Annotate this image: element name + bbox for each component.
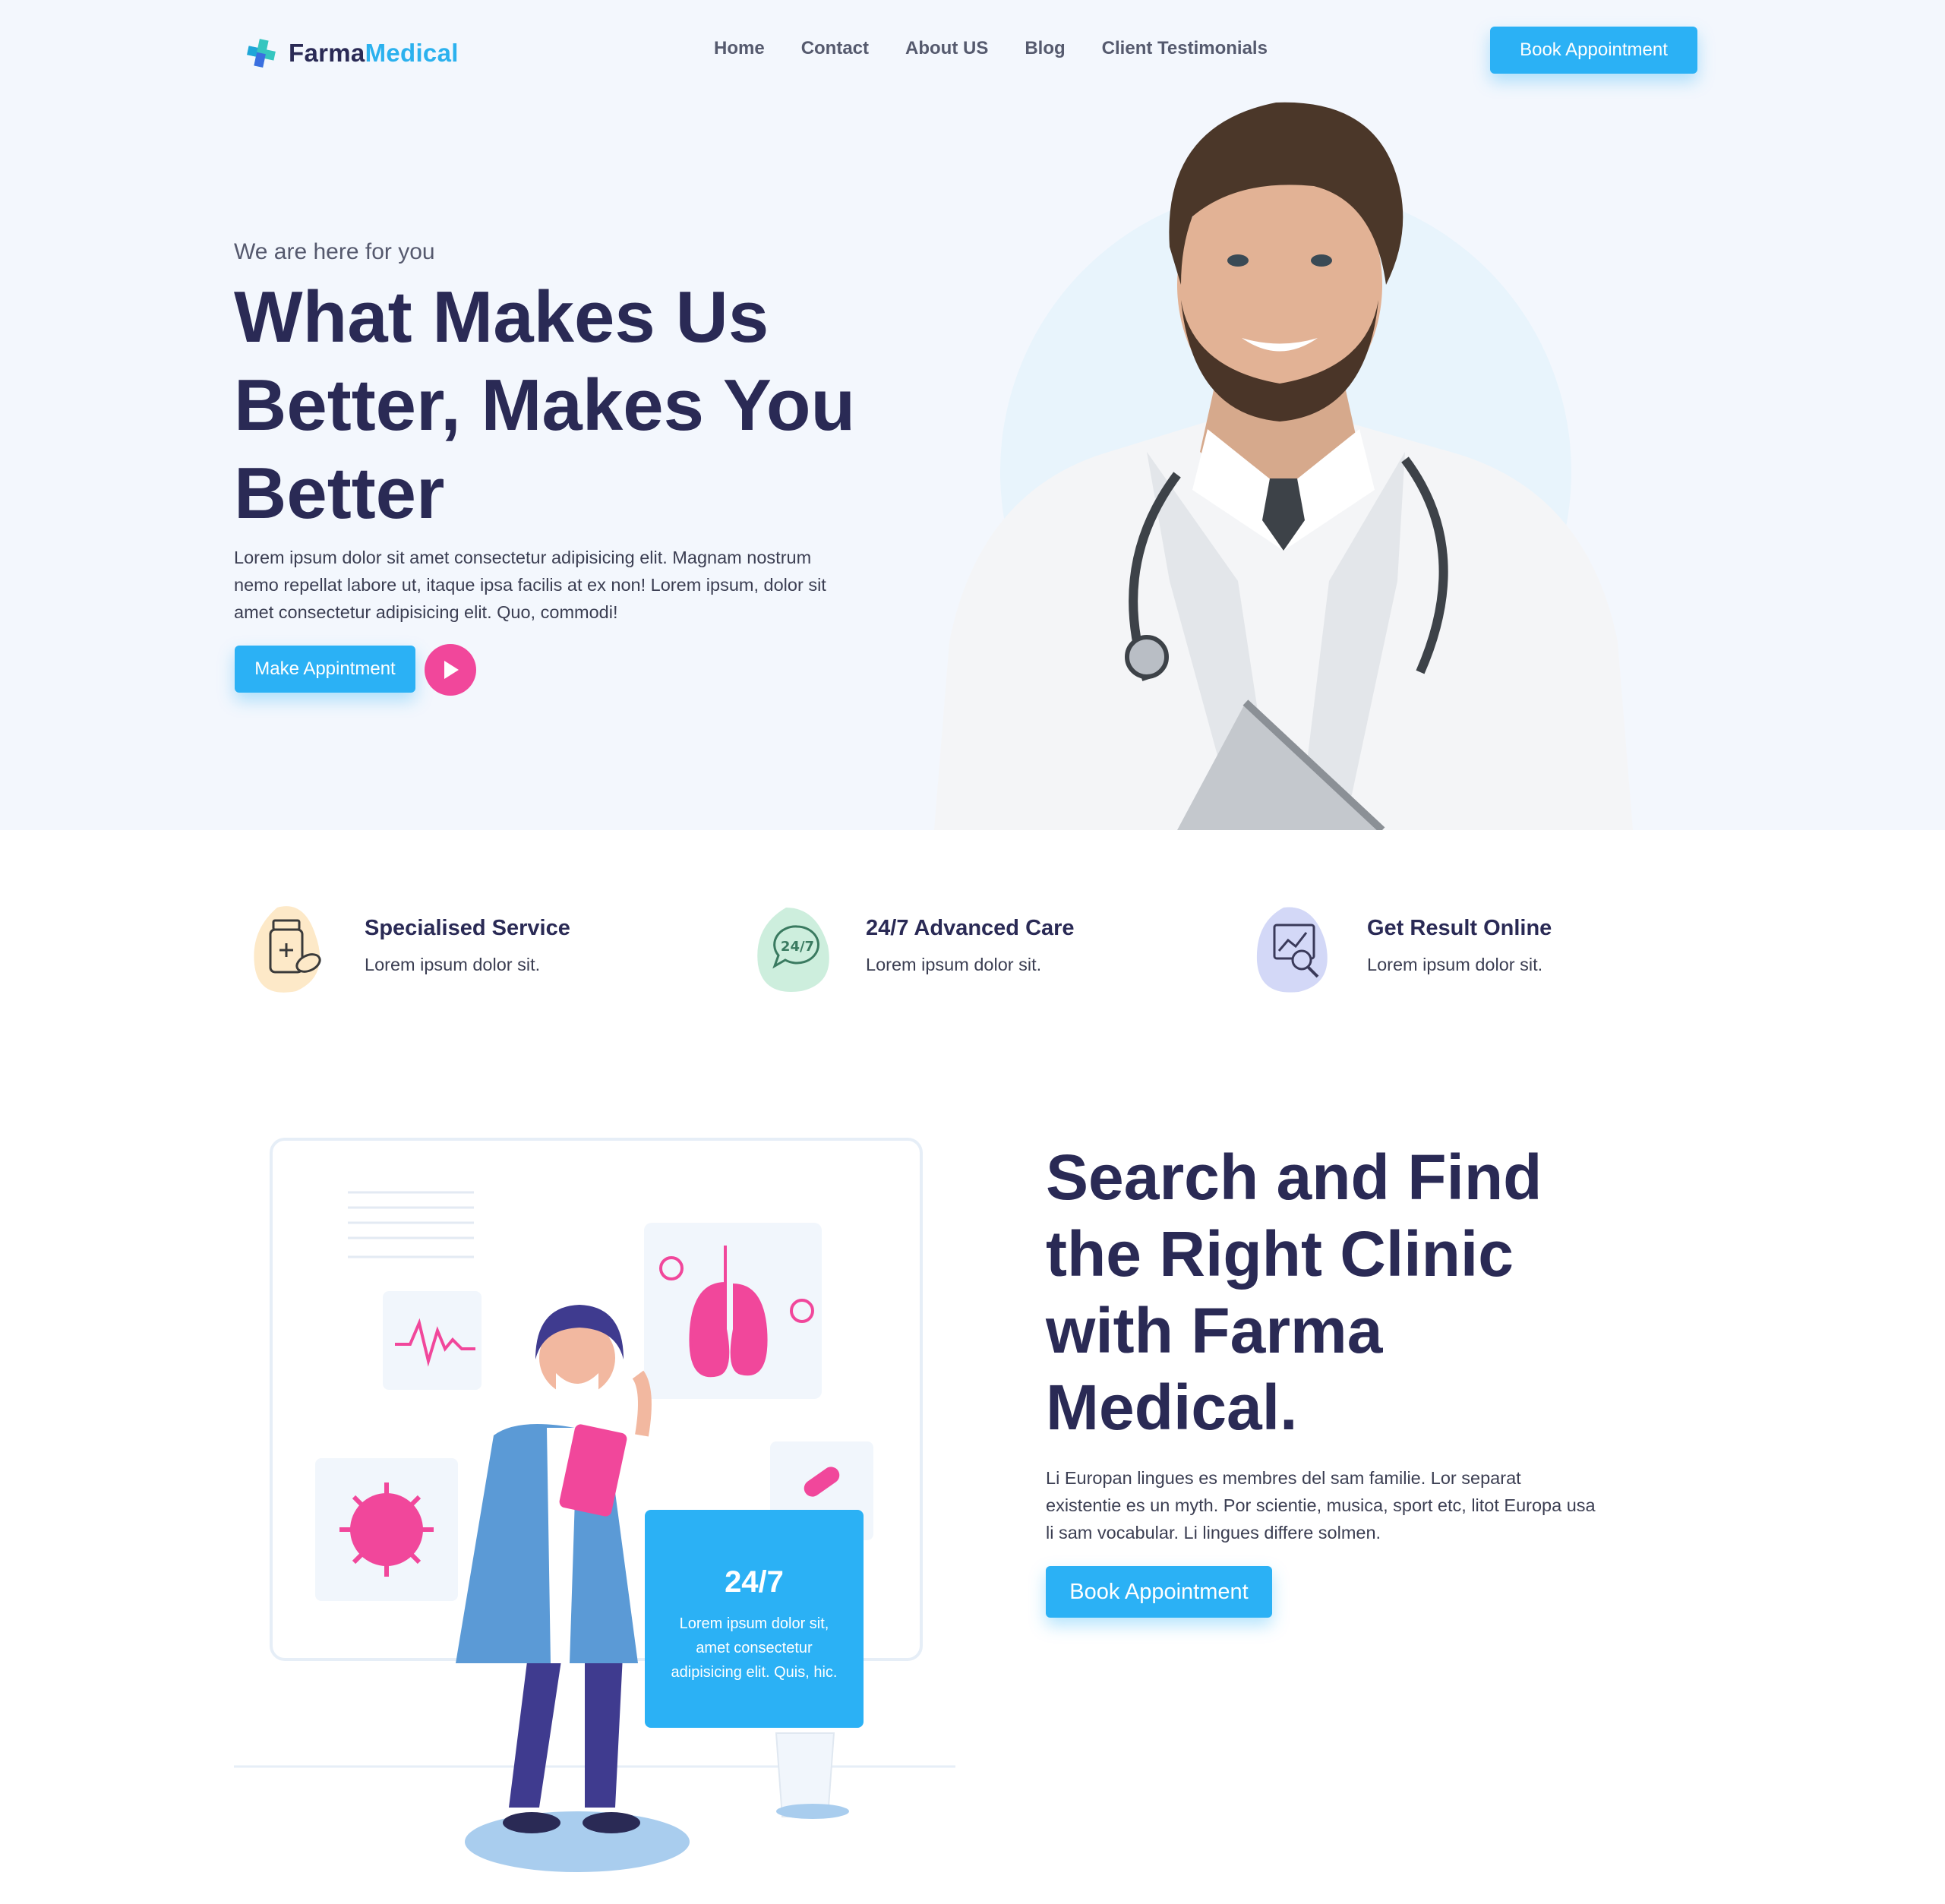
play-video-button[interactable] (425, 644, 476, 696)
section-title-line: with Farma (1046, 1295, 1383, 1366)
logo-text-medical: Medical (365, 39, 459, 67)
feature-item: 24/7 24/7 Advanced Care Lorem ipsum dolo… (752, 904, 1075, 995)
main-nav: Home Contact About US Blog Client Testim… (714, 38, 1268, 59)
logo-text-farma: Farma (289, 39, 365, 67)
book-appointment-button[interactable]: Book Appointment (1490, 27, 1697, 74)
feature-title: Get Result Online (1367, 916, 1552, 940)
svg-text:24/7: 24/7 (781, 939, 814, 955)
availability-card-title: 24/7 (725, 1565, 784, 1599)
feature-title: Specialised Service (365, 916, 570, 940)
nav-testimonials[interactable]: Client Testimonials (1102, 38, 1268, 59)
doctor-photo (919, 95, 1656, 833)
nav-contact[interactable]: Contact (801, 38, 869, 59)
chart-search-icon (1253, 904, 1337, 995)
logo[interactable]: FarmaMedical (245, 36, 459, 70)
logo-cross-icon (245, 36, 278, 70)
section-title: Search and Find the Right Clinic with Fa… (1046, 1139, 1669, 1446)
nav-about[interactable]: About US (905, 38, 988, 59)
hero-title-line: Better, Makes You (234, 365, 856, 446)
section-title-line: Search and Find (1046, 1141, 1542, 1213)
nav-blog[interactable]: Blog (1025, 38, 1065, 59)
section-title-line: Medical. (1046, 1372, 1298, 1443)
feature-subtitle: Lorem ipsum dolor sit. (365, 955, 541, 974)
hero-description: Lorem ipsum dolor sit amet consectetur a… (234, 548, 826, 622)
section-title-line: the Right Clinic (1046, 1218, 1514, 1290)
availability-card-text: Lorem ipsum dolor sit, amet consectetur … (671, 1615, 838, 1681)
logo-text: FarmaMedical (289, 39, 459, 68)
feature-subtitle: Lorem ipsum dolor sit. (1367, 955, 1543, 974)
feature-item: Specialised Service Lorem ipsum dolor si… (251, 904, 570, 995)
hero-title: What Makes Us Better, Makes You Better (234, 273, 902, 538)
book-appointment-button[interactable]: Book Appointment (1046, 1566, 1272, 1618)
medicine-bottle-icon (251, 904, 334, 995)
feature-subtitle: Lorem ipsum dolor sit. (866, 955, 1042, 974)
section-description: Li Europan lingues es membres del sam fa… (1046, 1468, 1596, 1542)
hero-title-line: What Makes Us (234, 276, 769, 358)
hero-title-line: Better (234, 453, 445, 534)
make-appointment-button[interactable]: Make Appintment (235, 646, 415, 693)
chat-247-icon: 24/7 (752, 904, 835, 995)
feature-title: 24/7 Advanced Care (866, 916, 1075, 940)
play-icon (444, 661, 459, 679)
availability-card: 24/7 Lorem ipsum dolor sit, amet consect… (645, 1510, 864, 1728)
feature-item: Get Result Online Lorem ipsum dolor sit. (1253, 904, 1552, 995)
hero-eyebrow: We are here for you (234, 239, 435, 264)
nav-home[interactable]: Home (714, 38, 765, 59)
